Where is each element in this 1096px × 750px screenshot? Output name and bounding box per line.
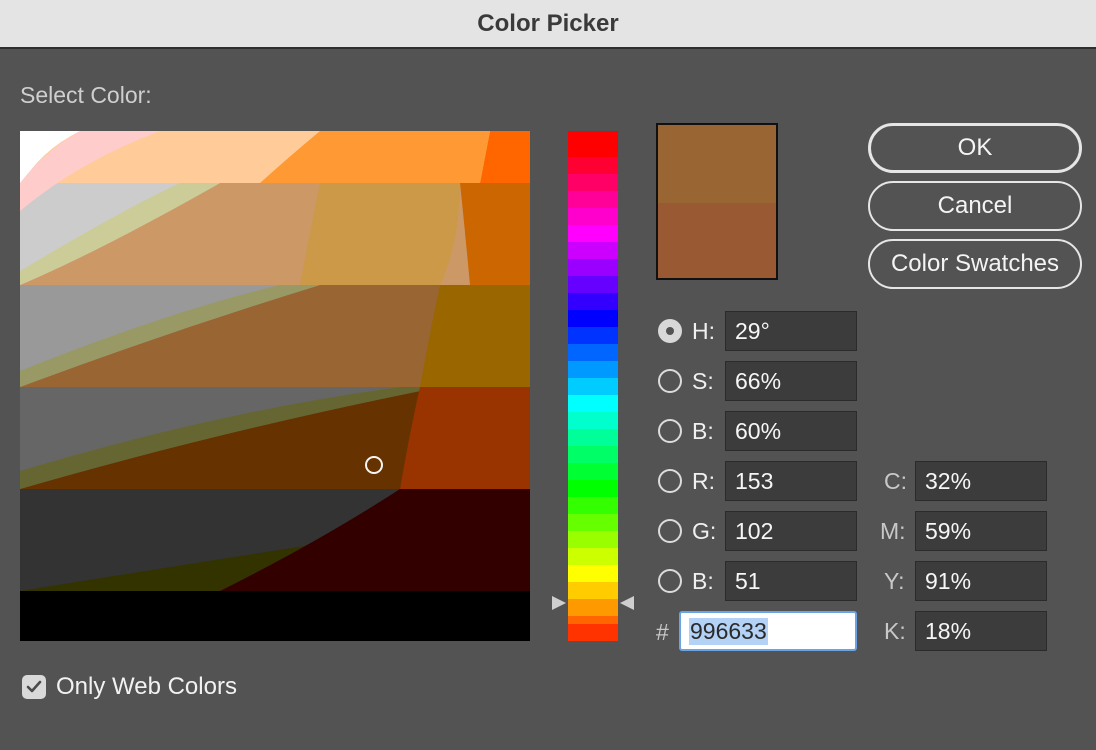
color-field[interactable] [20,131,530,641]
black-field[interactable]: 18% [915,611,1047,651]
magenta-field[interactable]: 59% [915,511,1047,551]
red-field[interactable]: 153 [725,461,857,501]
color-swatches-button[interactable]: Color Swatches [868,239,1082,289]
only-web-colors-checkbox[interactable] [22,675,46,699]
brightness-field[interactable]: 60% [725,411,857,451]
blue-radio[interactable] [658,569,682,593]
hue-radio[interactable] [658,319,682,343]
hue-slider[interactable] [568,131,618,641]
hex-prefix-label: # [656,619,669,645]
cancel-button[interactable]: Cancel [868,181,1082,231]
hex-value-selected: 996633 [689,617,768,645]
green-field[interactable]: 102 [725,511,857,551]
checkmark-icon [26,680,42,693]
saturation-field[interactable]: 66% [725,361,857,401]
hex-field[interactable]: 996633 [679,611,857,651]
hue-slider-left-arrow-icon[interactable] [552,596,566,610]
cyan-field[interactable]: 32% [915,461,1047,501]
yellow-field[interactable]: 91% [915,561,1047,601]
hue-slider-right-arrow-icon[interactable] [620,596,634,610]
red-label: R: [692,468,715,494]
only-web-colors-label: Only Web Colors [56,673,237,700]
current-color-swatch [658,203,776,278]
blue-field[interactable]: 51 [725,561,857,601]
saturation-label: S: [692,368,714,394]
green-label: G: [692,518,717,544]
red-radio[interactable] [658,469,682,493]
blue-label: B: [692,568,714,594]
green-radio[interactable] [658,519,682,543]
ok-button[interactable]: OK [868,123,1082,173]
black-label: K: [884,618,906,644]
yellow-label: Y: [884,568,905,594]
window-title: Color Picker [477,9,619,37]
hue-label: H: [692,318,715,344]
hue-field[interactable]: 29° [725,311,857,351]
magenta-label: M: [880,518,906,544]
new-color-swatch [658,125,776,203]
title-bar: Color Picker [0,0,1096,49]
brightness-label: B: [692,418,714,444]
saturation-radio[interactable] [658,369,682,393]
cyan-label: C: [884,468,907,494]
color-preview [656,123,778,280]
select-color-label: Select Color: [20,82,152,108]
brightness-radio[interactable] [658,419,682,443]
color-field-marker[interactable] [365,456,383,474]
